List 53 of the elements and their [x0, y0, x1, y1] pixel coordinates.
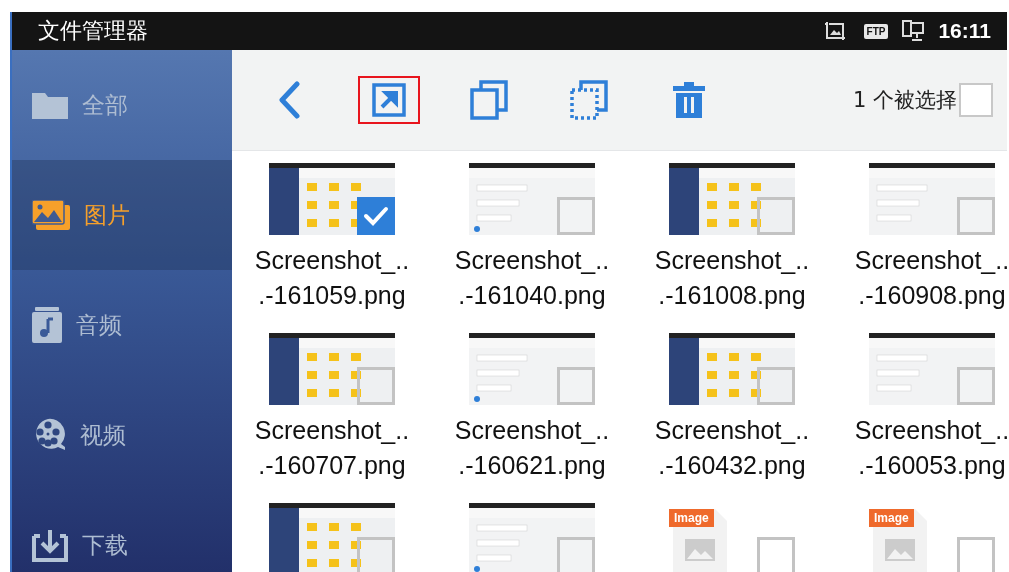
sidebar-item[interactable]: 音频 — [12, 270, 232, 380]
file-name: Screenshot_.. — [454, 415, 610, 446]
toolbar-button[interactable] — [358, 76, 420, 124]
file-name: .-160053.png — [858, 450, 1006, 481]
file-name: .-160908.png — [858, 280, 1006, 311]
selection-count: 1 个被选择 — [852, 87, 957, 114]
copy-icon — [469, 80, 509, 120]
file-name: .-160432.png — [658, 450, 806, 481]
sidebar-item[interactable]: 全部 — [12, 50, 232, 160]
file-checkbox[interactable] — [557, 197, 595, 235]
file-checkbox[interactable] — [757, 367, 795, 405]
download-icon — [32, 528, 68, 562]
file-checkbox[interactable] — [357, 537, 395, 572]
file-checkbox[interactable] — [357, 197, 395, 235]
clock: 16:11 — [938, 19, 991, 43]
file-name: Screenshot_.. — [654, 245, 810, 276]
file-checkbox[interactable] — [357, 367, 395, 405]
screenshot-icon — [823, 21, 846, 41]
file-checkbox[interactable] — [957, 537, 995, 572]
share-icon — [372, 83, 406, 117]
check-icon — [363, 206, 389, 226]
file-checkbox[interactable] — [757, 197, 795, 235]
back-icon — [277, 81, 301, 119]
pictures-icon — [32, 200, 70, 230]
file-name: Screenshot_.. — [254, 415, 410, 446]
file-name: .-160621.png — [458, 450, 606, 481]
file-checkbox[interactable] — [957, 367, 995, 405]
select-all-icon — [569, 80, 609, 120]
file-name: Screenshot_.. — [854, 245, 1007, 276]
file-checkbox[interactable] — [557, 537, 595, 572]
file-name: Screenshot_.. — [254, 245, 410, 276]
file-name: Screenshot_.. — [454, 245, 610, 276]
computer-icon — [902, 20, 925, 42]
app-title: 文件管理器 — [38, 17, 149, 45]
sidebar-item[interactable]: 图片 — [12, 160, 232, 270]
sidebar-item[interactable]: 下载 — [12, 490, 232, 572]
file-name: .-160707.png — [258, 450, 406, 481]
file-checkbox[interactable] — [757, 537, 795, 572]
file-name: .-161008.png — [658, 280, 806, 311]
file-checkbox[interactable] — [957, 197, 995, 235]
file-name: Screenshot_.. — [854, 415, 1007, 446]
file-type-label: Image — [669, 509, 714, 527]
sidebar-item[interactable]: 视频 — [12, 380, 232, 490]
ftp-badge: FTP — [863, 23, 889, 39]
file-checkbox[interactable] — [557, 367, 595, 405]
folder-icon — [32, 91, 68, 119]
file-type-label: Image — [869, 509, 914, 527]
select-all-checkbox[interactable] — [959, 83, 993, 117]
file-name: .-161059.png — [258, 280, 406, 311]
delete-icon — [672, 81, 706, 119]
file-name: Screenshot_.. — [654, 415, 810, 446]
file-name: .-161040.png — [458, 280, 606, 311]
music-icon — [32, 307, 62, 343]
